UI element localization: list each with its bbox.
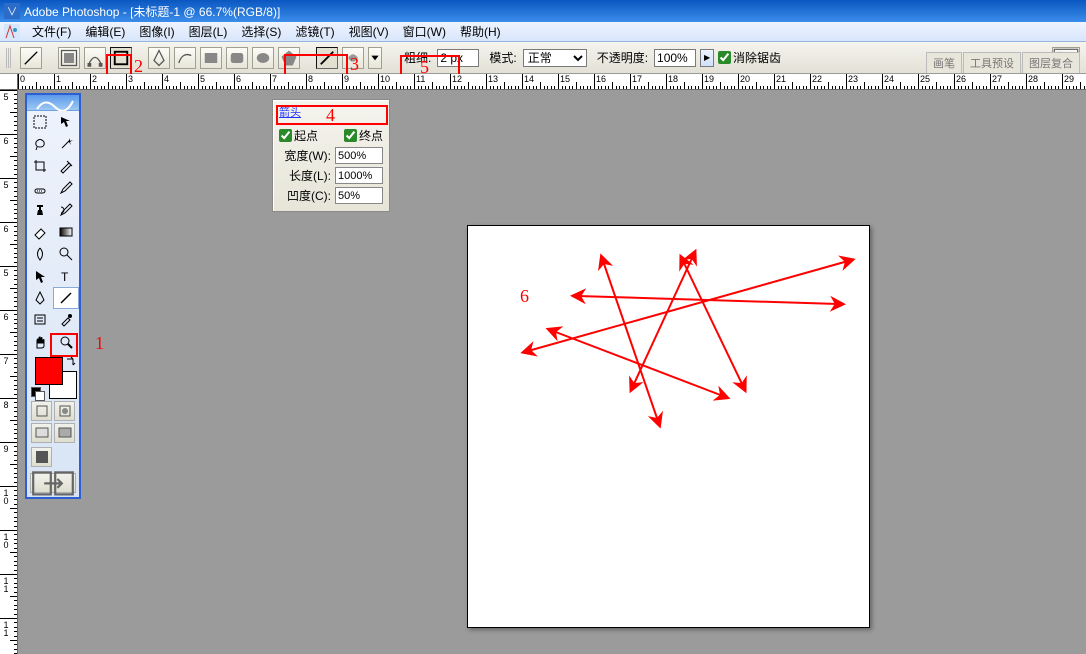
menu-layer[interactable]: 图层(L) bbox=[185, 21, 232, 42]
weight-label: 粗细: bbox=[404, 49, 431, 66]
opacity-flyout-button[interactable]: ▶ bbox=[700, 49, 714, 67]
line-options-popup: 箭头 起点 终点 宽度(W): 长度(L): 凹度(C): bbox=[272, 99, 390, 212]
ruler-vertical[interactable]: 56565678910101111 bbox=[0, 90, 18, 654]
ps-menu-icon[interactable] bbox=[4, 24, 20, 40]
menu-select[interactable]: 选择(S) bbox=[237, 21, 285, 42]
type-tool[interactable]: T bbox=[53, 265, 79, 287]
arrow-length-label: 长度(L): bbox=[289, 167, 331, 184]
menubar: 文件(F) 编辑(E) 图像(I) 图层(L) 选择(S) 滤镜(T) 视图(V… bbox=[0, 22, 1086, 42]
app-icon bbox=[4, 3, 20, 19]
palette-tab-tool-presets[interactable]: 工具预设 bbox=[963, 52, 1021, 73]
arrow-end-checkbox[interactable]: 终点 bbox=[344, 127, 383, 144]
arrow-length-input[interactable] bbox=[335, 167, 383, 184]
menu-file[interactable]: 文件(F) bbox=[28, 21, 75, 42]
mode-path-button[interactable] bbox=[84, 47, 106, 69]
ruler-corner bbox=[0, 74, 18, 90]
arrow-width-input[interactable] bbox=[335, 147, 383, 164]
swap-colors-button[interactable] bbox=[65, 355, 77, 367]
ellipse-shape-icon[interactable] bbox=[252, 47, 274, 69]
custom-shape-button[interactable] bbox=[342, 47, 364, 69]
eraser-tool[interactable] bbox=[27, 221, 53, 243]
window-titlebar: Adobe Photoshop - [未标题-1 @ 66.7%(RGB/8)] bbox=[0, 0, 1086, 22]
path-select-tool[interactable] bbox=[27, 265, 53, 287]
rectangle-shape-icon[interactable] bbox=[200, 47, 222, 69]
palette-tab-brushes[interactable]: 画笔 bbox=[926, 52, 962, 73]
menu-help[interactable]: 帮助(H) bbox=[456, 21, 505, 42]
rounded-rect-shape-icon[interactable] bbox=[226, 47, 248, 69]
dodge-tool[interactable] bbox=[53, 243, 79, 265]
pen-tool[interactable] bbox=[27, 287, 53, 309]
hand-tool[interactable] bbox=[27, 331, 53, 353]
freeform-pen-icon[interactable] bbox=[174, 47, 196, 69]
line-tool[interactable] bbox=[53, 287, 79, 309]
toolbox-color-swatches bbox=[27, 353, 79, 399]
lasso-tool[interactable] bbox=[27, 133, 53, 155]
notes-tool[interactable] bbox=[27, 309, 53, 331]
window-title: Adobe Photoshop - [未标题-1 @ 66.7%(RGB/8)] bbox=[24, 3, 280, 20]
gradient-tool[interactable] bbox=[53, 221, 79, 243]
polygon-shape-icon[interactable] bbox=[278, 47, 300, 69]
menu-window[interactable]: 窗口(W) bbox=[399, 21, 450, 42]
opacity-label: 不透明度: bbox=[597, 49, 648, 66]
menu-edit[interactable]: 编辑(E) bbox=[81, 21, 129, 42]
ruler-horizontal[interactable]: 0123456789101112131415161718192021222324… bbox=[18, 74, 1086, 90]
arrow-width-label: 宽度(W): bbox=[284, 147, 331, 164]
magic-wand-tool[interactable] bbox=[53, 133, 79, 155]
pen-tool-icon[interactable] bbox=[148, 47, 170, 69]
weight-input[interactable] bbox=[437, 49, 479, 67]
screen-standard-button[interactable] bbox=[31, 423, 52, 443]
history-brush-tool[interactable] bbox=[53, 199, 79, 221]
brush-tool[interactable] bbox=[53, 177, 79, 199]
line-shape-button[interactable] bbox=[316, 47, 338, 69]
arrow-start-checkbox[interactable]: 起点 bbox=[279, 127, 318, 144]
marquee-tool[interactable] bbox=[27, 111, 53, 133]
quickmask-mode-button[interactable] bbox=[54, 401, 75, 421]
blend-mode-select[interactable]: 正常 bbox=[523, 49, 587, 67]
slice-tool[interactable] bbox=[53, 155, 79, 177]
mode-label: 模式: bbox=[489, 49, 516, 66]
mode-shape-layer-button[interactable] bbox=[58, 47, 80, 69]
crop-tool[interactable] bbox=[27, 155, 53, 177]
menu-filter[interactable]: 滤镜(T) bbox=[291, 21, 338, 42]
standard-mode-button[interactable] bbox=[31, 401, 52, 421]
menu-image[interactable]: 图像(I) bbox=[135, 21, 178, 42]
svg-text:T: T bbox=[61, 270, 69, 284]
palette-tab-layer-comps[interactable]: 图层复合 bbox=[1022, 52, 1080, 73]
blur-tool[interactable] bbox=[27, 243, 53, 265]
jump-to-imageready-button[interactable] bbox=[30, 473, 76, 493]
popup-header: 箭头 bbox=[279, 104, 301, 120]
healing-brush-tool[interactable] bbox=[27, 177, 53, 199]
options-bar: 粗细: 模式: 正常 不透明度: ▶ 消除锯齿 画笔 工具预设 图层复合 bbox=[0, 42, 1086, 74]
mode-fill-pixels-button[interactable] bbox=[110, 47, 132, 69]
arrow-concavity-label: 凹度(C): bbox=[287, 187, 331, 204]
antialias-checkbox[interactable]: 消除锯齿 bbox=[718, 49, 781, 66]
toolbox[interactable]: T bbox=[25, 93, 81, 499]
options-grip[interactable] bbox=[6, 48, 12, 68]
opacity-input[interactable] bbox=[654, 49, 696, 67]
eyedropper-tool[interactable] bbox=[53, 309, 79, 331]
move-tool[interactable] bbox=[53, 111, 79, 133]
menu-view[interactable]: 视图(V) bbox=[345, 21, 393, 42]
palette-well: 画笔 工具预设 图层复合 bbox=[925, 55, 1080, 73]
shape-options-dropdown[interactable] bbox=[368, 47, 382, 69]
foreground-color-swatch[interactable] bbox=[35, 357, 63, 385]
clone-stamp-tool[interactable] bbox=[27, 199, 53, 221]
document-canvas[interactable] bbox=[467, 225, 870, 628]
default-colors-button[interactable] bbox=[31, 387, 45, 401]
zoom-tool[interactable] bbox=[53, 331, 79, 353]
current-tool-indicator[interactable] bbox=[20, 47, 42, 69]
toolbox-header[interactable] bbox=[27, 95, 79, 111]
screen-full-button[interactable] bbox=[31, 447, 52, 467]
screen-full-menu-button[interactable] bbox=[54, 423, 75, 443]
arrow-concavity-input[interactable] bbox=[335, 187, 383, 204]
